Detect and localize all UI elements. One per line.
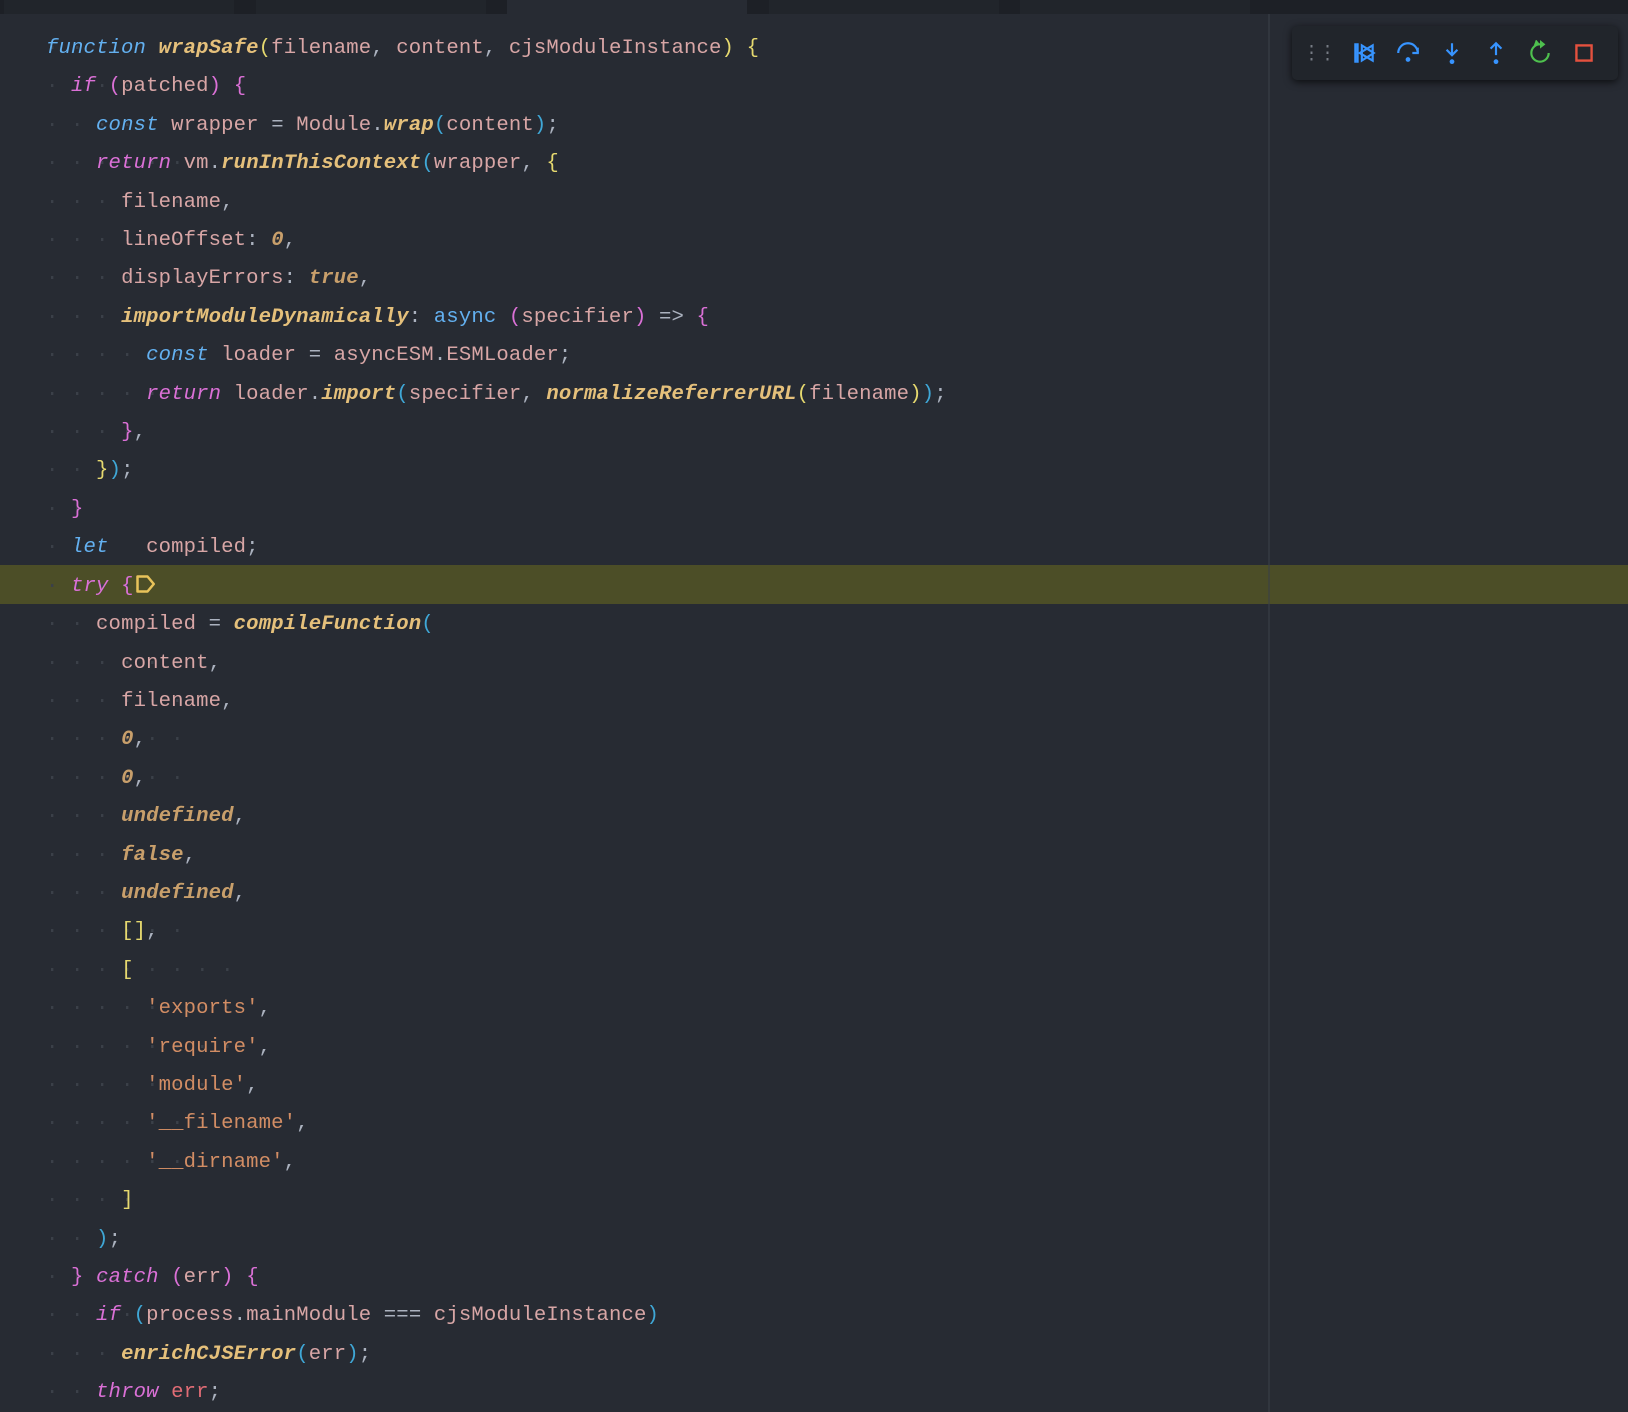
execution-pointer-icon [133,565,157,603]
stop-icon [1571,40,1597,66]
code-content[interactable]: function wrapSafe(filename, content, cjs… [46,30,947,1412]
editor-tab[interactable] [4,0,234,14]
editor-tab-active[interactable] [507,0,747,14]
continue-button[interactable] [1344,33,1384,73]
tab-strip [0,0,1628,14]
restart-button[interactable] [1520,33,1560,73]
editor-tab[interactable] [256,0,486,14]
step-out-icon [1483,40,1509,66]
step-into-icon [1439,40,1465,66]
drag-handle-icon[interactable]: ⋮⋮ [1302,42,1340,65]
editor-tab[interactable] [1020,0,1250,14]
step-into-button[interactable] [1432,33,1472,73]
step-out-button[interactable] [1476,33,1516,73]
fn-name: wrapSafe [159,37,259,60]
editor-tab[interactable] [769,0,999,14]
restart-icon [1527,40,1553,66]
step-over-button[interactable] [1388,33,1428,73]
column-ruler [1268,14,1270,1412]
step-over-icon [1395,40,1421,66]
debug-toolbar[interactable]: ⋮⋮ [1292,26,1618,80]
code-area[interactable]: · · · · · · · · · · · · · · · · · · · · … [0,14,1628,1412]
keyword-function: function [46,37,146,60]
stop-button[interactable] [1564,33,1604,73]
continue-icon [1351,40,1377,66]
code-editor[interactable]: · · · · · · · · · · · · · · · · · · · · … [0,0,1628,1412]
